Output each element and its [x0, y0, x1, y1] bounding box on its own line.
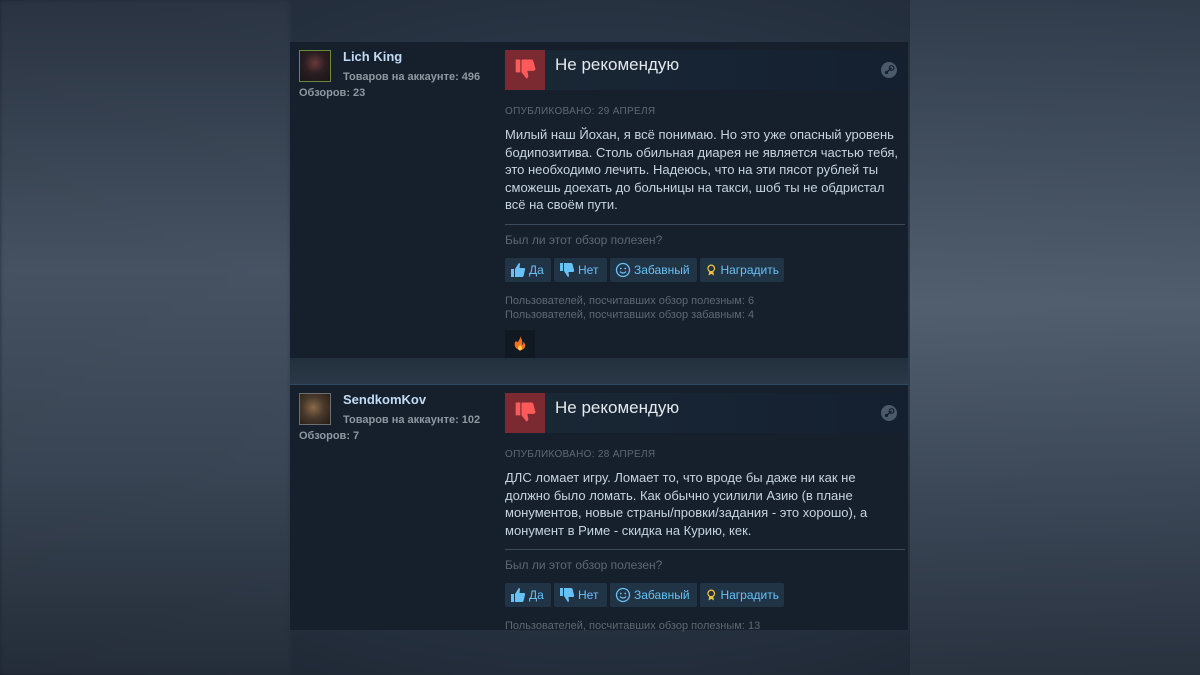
vote-buttons: Да Нет Забавный Наградить [505, 257, 905, 282]
review-list: Lich King Товаров на аккаунте: 496 Обзор… [290, 42, 912, 633]
review-card: SendkomKov Товаров на аккаунте: 102 Обзо… [290, 384, 908, 633]
thumbs-up-icon [511, 262, 526, 277]
vote-no-button[interactable]: Нет [554, 257, 607, 282]
award-label: Наградить [720, 588, 779, 602]
funny-count: Пользователей, посчитавших обзор забавны… [505, 308, 755, 321]
vote-yes-button[interactable]: Да [505, 583, 551, 607]
helpful-question: Был ли этот обзор полезен? [505, 558, 663, 572]
thumbs-down-icon [505, 393, 545, 433]
posted-date: Опубликовано: 28 апреля [505, 449, 656, 460]
avatar[interactable] [299, 50, 331, 82]
review-verdict-header[interactable]: Не рекомендую [505, 50, 905, 90]
helpful-count: Пользователей, посчитавших обзор полезны… [505, 620, 761, 632]
posted-date: Опубликовано: 29 апреля [505, 106, 656, 117]
steam-icon [881, 405, 897, 421]
background-left [0, 0, 290, 675]
thumbs-up-icon [511, 588, 526, 602]
smiley-icon [615, 587, 631, 603]
vote-funny-label: Забавный [634, 588, 690, 602]
author-reviews-count[interactable]: Обзоров: 7 [299, 430, 359, 442]
review-body: Не рекомендую Опубликовано: 28 апреля ДЛ… [505, 393, 905, 633]
divider [505, 549, 905, 550]
vote-yes-label: Да [529, 262, 544, 277]
vote-no-button[interactable]: Нет [554, 583, 607, 607]
review-stats: Пользователей, посчитавших обзор полезны… [505, 294, 905, 322]
review-text: Милый наш Йохан, я всё понимаю. Но это у… [505, 127, 899, 212]
review-body: Не рекомендую Опубликовано: 29 апреля Ми… [505, 50, 905, 358]
flame-award-icon[interactable] [505, 329, 535, 358]
steam-icon [881, 62, 897, 78]
review-stats: Пользователей, посчитавших обзор полезны… [505, 619, 905, 633]
author-name[interactable]: Lich King [343, 49, 402, 64]
vote-no-label: Нет [578, 262, 599, 277]
award-button[interactable]: Наградить [700, 583, 784, 607]
avatar[interactable] [299, 393, 331, 425]
review-verdict-header[interactable]: Не рекомендую [505, 393, 905, 433]
award-label: Наградить [720, 262, 779, 277]
author-products-count[interactable]: Товаров на аккаунте: 102 [343, 414, 480, 426]
review-card: Lich King Товаров на аккаунте: 496 Обзор… [290, 42, 908, 384]
background-right [910, 0, 1200, 675]
verdict-label: Не рекомендую [555, 55, 680, 74]
author-products-count[interactable]: Товаров на аккаунте: 496 [343, 71, 480, 83]
thumbs-down-icon [560, 588, 575, 602]
review-text: ДЛС ломает игру. Ломает то, что вроде бы… [505, 470, 868, 538]
thumbs-down-icon [505, 50, 545, 90]
vote-funny-button[interactable]: Забавный [610, 583, 697, 607]
verdict-label: Не рекомендую [555, 398, 680, 417]
smiley-icon [615, 262, 631, 277]
award-button[interactable]: Наградить [700, 257, 784, 282]
helpful-count: Пользователей, посчитавших обзор полезны… [505, 294, 755, 307]
review-separator [290, 358, 908, 384]
vote-funny-button[interactable]: Забавный [610, 257, 697, 282]
thumbs-down-icon [560, 262, 575, 277]
helpful-question: Был ли этот обзор полезен? [505, 232, 663, 247]
vote-no-label: Нет [578, 588, 599, 602]
award-ribbon-icon [707, 264, 716, 275]
author-name[interactable]: SendkomKov [343, 392, 426, 407]
vote-buttons: Да Нет Забавный Наградить [505, 583, 905, 607]
divider [505, 223, 905, 225]
vote-yes-label: Да [529, 588, 544, 602]
vote-yes-button[interactable]: Да [505, 257, 551, 282]
author-reviews-count[interactable]: Обзоров: 23 [299, 87, 365, 99]
award-ribbon-icon [707, 589, 716, 601]
vote-funny-label: Забавный [634, 262, 690, 277]
